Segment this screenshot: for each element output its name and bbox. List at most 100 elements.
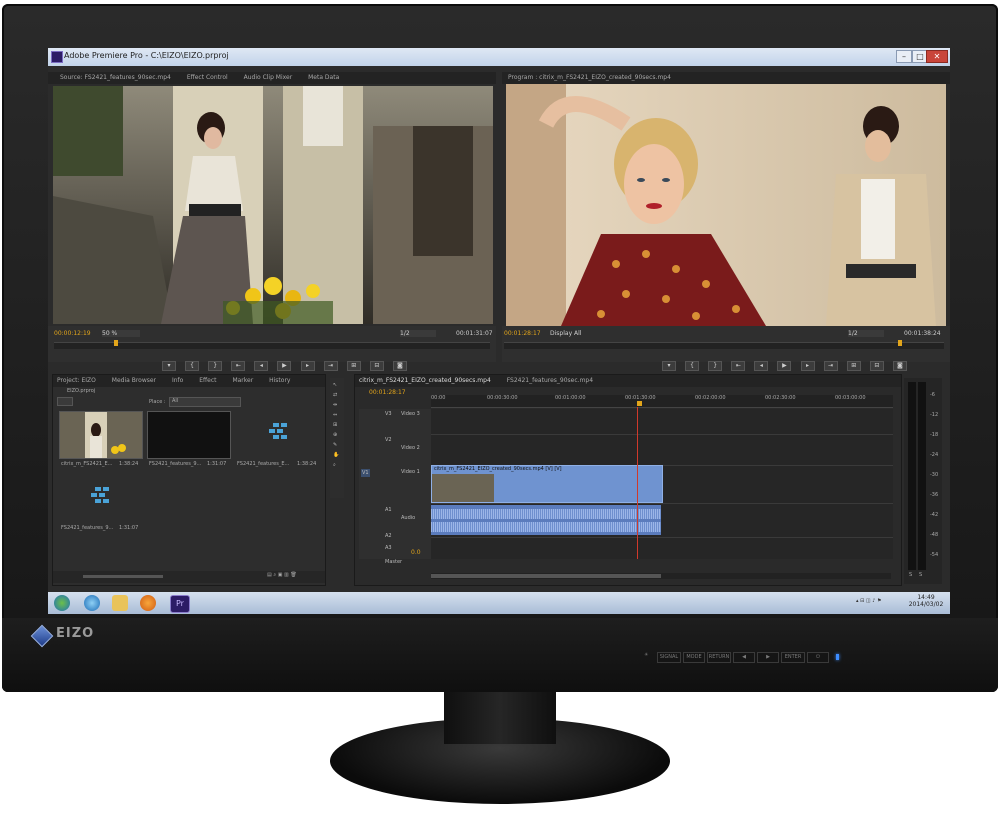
monitor-return-button[interactable]: RETURN — [707, 652, 731, 663]
monitor-signal-button[interactable]: SIGNAL — [657, 652, 681, 663]
ruler-label: 00:01:00:00 — [555, 395, 586, 401]
program-panel-tabs: Program : citrix_m_FS2421_EIZO_created_9… — [502, 72, 950, 84]
tool-icons[interactable]: ↖ ⇄ ⇹ ⇔ ⊞ ⊕ ✎ ✋ ⌕ — [333, 380, 339, 470]
project-item-thumb[interactable] — [59, 411, 143, 459]
clock[interactable]: 14:49 2014/03/02 — [906, 594, 946, 608]
export-frame-button[interactable]: ◙ — [892, 361, 907, 371]
go-to-out-button[interactable]: ⇥ — [823, 361, 838, 371]
program-display-select[interactable]: Display All — [550, 330, 590, 337]
tab-history[interactable]: History — [269, 377, 290, 384]
monitor-mode-button[interactable]: MODE — [683, 652, 705, 663]
monitor-enter-button[interactable]: ENTER — [781, 652, 805, 663]
tab-source[interactable]: Source: FS2421_features_90sec.mp4 — [60, 74, 171, 81]
sequence-icon[interactable] — [59, 475, 141, 521]
start-button-icon[interactable] — [54, 595, 70, 611]
mark-in-button[interactable]: { — [685, 361, 700, 371]
tab-sequence-2[interactable]: FS2421_features_90sec.mp4 — [507, 377, 593, 384]
clip-label: citrix_m_FS2421_EIZO_created_90secs.mp4 … — [434, 466, 562, 472]
step-forward-button[interactable]: ▸ — [300, 361, 315, 371]
add-marker-button[interactable]: ▾ — [162, 361, 176, 371]
monitor-left-button[interactable]: ◀ — [733, 652, 755, 663]
minimize-button[interactable]: – — [896, 50, 912, 63]
overwrite-button[interactable]: ⊟ — [369, 361, 384, 371]
program-timecode[interactable]: 00:01:28:17 — [504, 330, 541, 337]
monitor-power-button[interactable]: ⏻ — [807, 652, 829, 663]
tab-media-browser[interactable]: Media Browser — [112, 377, 156, 384]
insert-button[interactable]: ⊞ — [346, 361, 361, 371]
project-panel-tabs: Project: EIZO Media Browser Info Effect … — [53, 375, 325, 387]
audio-clip[interactable] — [431, 505, 661, 535]
step-back-button[interactable]: ◂ — [254, 361, 269, 371]
program-video-frame[interactable] — [506, 84, 946, 326]
tab-project[interactable]: Project: EIZO — [57, 377, 96, 384]
play-button[interactable]: ▶ — [277, 361, 292, 371]
source-video-frame[interactable] — [53, 86, 493, 324]
project-item-name: FS2421_features_E... — [237, 461, 290, 467]
meter-tick: -18 — [930, 432, 939, 438]
add-marker-button[interactable]: ▾ — [662, 361, 676, 371]
program-scrubber[interactable] — [504, 340, 944, 349]
go-to-in-button[interactable]: ⇤ — [731, 361, 746, 371]
source-scrubber[interactable] — [54, 340, 490, 349]
place-select[interactable]: All — [169, 397, 241, 407]
timeline-scrollbar[interactable] — [431, 573, 891, 579]
source-page-select[interactable]: 1/2 — [400, 330, 436, 337]
solo-right-button[interactable]: S — [919, 572, 922, 578]
program-video-image — [506, 84, 946, 326]
timeline-ruler[interactable]: 00:00 00:00:30:00 00:01:00:00 00:01:30:0… — [431, 395, 893, 408]
mark-in-button[interactable]: { — [185, 361, 200, 371]
tab-info[interactable]: Info — [172, 377, 183, 384]
clock-time: 14:49 — [917, 594, 935, 601]
go-to-out-button[interactable]: ⇥ — [323, 361, 338, 371]
lift-button[interactable]: ⊞ — [846, 361, 861, 371]
search-input[interactable] — [57, 397, 73, 406]
tab-program[interactable]: Program : citrix_m_FS2421_EIZO_created_9… — [508, 74, 671, 81]
mark-out-button[interactable]: } — [208, 361, 223, 371]
media-player-icon[interactable] — [140, 595, 156, 611]
program-playhead[interactable] — [898, 340, 902, 346]
source-zoom-select[interactable]: 50 % — [102, 330, 140, 337]
explorer-folder-icon[interactable] — [112, 595, 128, 611]
tab-effect-control[interactable]: Effect Control — [187, 74, 228, 81]
master-label: Master — [385, 559, 403, 565]
video-clip[interactable]: citrix_m_FS2421_EIZO_created_90secs.mp4 … — [431, 465, 663, 503]
play-button[interactable]: ▶ — [777, 361, 792, 371]
project-item-duration: 1:38:24 — [297, 461, 317, 467]
power-led — [836, 654, 839, 660]
scrollbar-thumb[interactable] — [431, 574, 661, 578]
tab-sequence-1[interactable]: citrix_m_FS2421_EIZO_created_90secs.mp4 — [359, 377, 491, 384]
meter-tick: -36 — [930, 492, 939, 498]
premiere-taskbar-icon[interactable]: Pr — [170, 595, 190, 613]
go-to-in-button[interactable]: ⇤ — [231, 361, 246, 371]
extract-button[interactable]: ⊟ — [869, 361, 884, 371]
new-item-icon[interactable]: ▤ ⌕ ▣ ▥ 🗑 — [267, 572, 297, 578]
source-playhead[interactable] — [114, 340, 118, 346]
monitor-right-button[interactable]: ▶ — [757, 652, 779, 663]
program-transport: ▾ { } ⇤ ◂ ▶ ▸ ⇥ ⊞ ⊟ ◙ — [660, 352, 909, 371]
tray-icons[interactable]: ▴ ⊟ ◫ ♪ ⚑ — [856, 598, 881, 604]
source-panel-tabs: Source: FS2421_features_90sec.mp4 Effect… — [48, 72, 496, 84]
tab-meta-data[interactable]: Meta Data — [308, 74, 339, 81]
timeline-timecode[interactable]: 00:01:28:17 — [369, 389, 406, 396]
source-timecode[interactable]: 00:00:12:19 — [54, 330, 91, 337]
program-page-select[interactable]: 1/2 — [848, 330, 884, 337]
track-id[interactable]: V1 — [361, 469, 370, 477]
solo-left-button[interactable]: S — [909, 572, 912, 578]
master-volume[interactable]: 0.0 — [411, 549, 421, 556]
export-frame-button[interactable]: ◙ — [392, 361, 407, 371]
zoom-slider[interactable] — [83, 575, 163, 578]
timeline-playhead-handle[interactable] — [637, 401, 642, 406]
meter-tick: -6 — [930, 392, 935, 398]
project-item-thumb[interactable] — [147, 411, 231, 459]
mark-out-button[interactable]: } — [708, 361, 723, 371]
internet-explorer-icon[interactable] — [84, 595, 100, 611]
close-button[interactable]: ✕ — [926, 50, 948, 63]
audio-meter: -6 -12 -18 -24 -30 -36 -42 -48 -54 S S — [904, 378, 942, 584]
tab-effect[interactable]: Effect — [199, 377, 216, 384]
source-video-image — [53, 86, 493, 324]
step-forward-button[interactable]: ▸ — [800, 361, 815, 371]
sequence-icon[interactable] — [237, 411, 319, 457]
step-back-button[interactable]: ◂ — [754, 361, 769, 371]
tab-marker[interactable]: Marker — [232, 377, 253, 384]
tab-audio-clip-mixer[interactable]: Audio Clip Mixer — [244, 74, 293, 81]
